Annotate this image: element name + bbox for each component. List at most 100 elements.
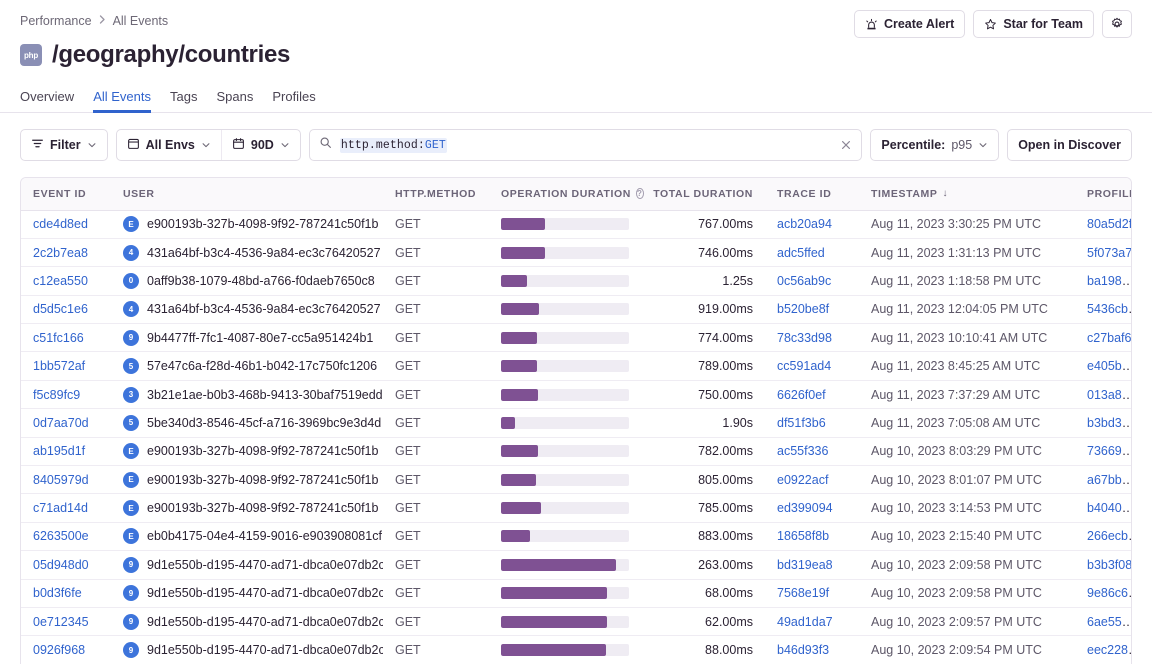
event-id-link[interactable]: 2c2b7ea8 — [33, 246, 88, 260]
profile-link[interactable]: b3b3f08b — [1087, 558, 1132, 572]
column-header-profile[interactable]: PROFILE — [1075, 178, 1132, 210]
profile-link[interactable]: a67bb585 — [1087, 473, 1132, 487]
cell-trace-id: cc591ad4 — [765, 352, 859, 380]
column-header-timestamp[interactable]: TIMESTAMP ↓ — [859, 178, 1075, 210]
event-id-link[interactable]: 8405979d — [33, 473, 89, 487]
table-row[interactable]: c51fc16699b4477ff-7fc1-4087-80e7-cc5a951… — [21, 324, 1132, 352]
profile-link[interactable]: 6ae55bc8 — [1087, 615, 1132, 629]
create-alert-button[interactable]: Create Alert — [854, 10, 965, 38]
trace-id-link[interactable]: 6626f0ef — [777, 388, 826, 402]
date-range-dropdown[interactable]: 90D — [222, 130, 300, 160]
trace-id-link[interactable]: b46d93f3 — [777, 643, 829, 657]
star-for-team-button[interactable]: Star for Team — [973, 10, 1094, 38]
search-input[interactable]: http.method:GET — [309, 129, 863, 161]
table-row[interactable]: c12ea55000aff9b38-1079-48bd-a766-f0daeb7… — [21, 267, 1132, 295]
table-row[interactable]: 2c2b7ea84431a64bf-b3c4-4536-9a84-ec3c764… — [21, 238, 1132, 266]
env-date-group: All Envs 90D — [116, 129, 301, 161]
profile-link[interactable]: 5f073a75 — [1087, 246, 1132, 260]
event-id-link[interactable]: c12ea550 — [33, 274, 88, 288]
table-row[interactable]: ab195d1fEe900193b-327b-4098-9f92-787241c… — [21, 437, 1132, 465]
percentile-dropdown[interactable]: Percentile: p95 — [870, 129, 999, 161]
profile-link[interactable]: 80a5d2fb — [1087, 217, 1132, 231]
settings-button[interactable] — [1102, 10, 1132, 38]
tab-profiles[interactable]: Profiles — [272, 90, 315, 113]
environment-dropdown[interactable]: All Envs — [117, 130, 221, 160]
tab-overview[interactable]: Overview — [20, 90, 74, 113]
open-in-discover-button[interactable]: Open in Discover — [1007, 129, 1132, 161]
date-range-label: 90D — [251, 138, 274, 152]
cell-event-id: 05d948d0 — [21, 551, 111, 579]
event-id-link[interactable]: b0d3f6fe — [33, 586, 82, 600]
trace-id-link[interactable]: 7568e19f — [777, 586, 829, 600]
column-header-user[interactable]: USER — [111, 178, 383, 210]
event-id-link[interactable]: d5d5c1e6 — [33, 302, 88, 316]
trace-id-link[interactable]: 0c56ab9c — [777, 274, 831, 288]
profile-link[interactable]: 9e86c694 — [1087, 586, 1132, 600]
trace-id-link[interactable]: 18658f8b — [777, 529, 829, 543]
profile-link[interactable]: b40405c7 — [1087, 501, 1132, 515]
event-id-link[interactable]: ab195d1f — [33, 444, 85, 458]
table-row[interactable]: 0d7aa70d55be340d3-8546-45cf-a716-3969bc9… — [21, 409, 1132, 437]
table-row[interactable]: b0d3f6fe99d1e550b-d195-4470-ad71-dbca0e0… — [21, 579, 1132, 607]
table-row[interactable]: c71ad14dEe900193b-327b-4098-9f92-787241c… — [21, 494, 1132, 522]
profile-link[interactable]: c27baf6f — [1087, 331, 1132, 345]
chevron-down-icon — [87, 140, 97, 150]
event-id-link[interactable]: f5c89fc9 — [33, 388, 80, 402]
trace-id-link[interactable]: ac55f336 — [777, 444, 828, 458]
info-icon[interactable]: ? — [636, 188, 644, 199]
column-header-total-duration[interactable]: TOTAL DURATION — [641, 178, 765, 210]
table-row[interactable]: 8405979d Ee900193b-327b-4098-9f92-787241c… — [21, 466, 1132, 494]
profile-link[interactable]: 266ecbb7 — [1087, 529, 1132, 543]
event-id-link[interactable]: 6263500e — [33, 529, 89, 543]
table-row[interactable]: d5d5c1e64431a64bf-b3c4-4536-9a84-ec3c764… — [21, 295, 1132, 323]
tab-tags[interactable]: Tags — [170, 90, 197, 113]
cell-operation-duration — [489, 607, 641, 635]
trace-id-link[interactable]: 78c33d98 — [777, 331, 832, 345]
column-header-operation-duration[interactable]: OPERATION DURATION ? — [489, 178, 641, 210]
tab-all-events[interactable]: All Events — [93, 90, 151, 113]
breadcrumb-all-events[interactable]: All Events — [113, 14, 169, 28]
profile-link[interactable]: 5436cb72 — [1087, 302, 1132, 316]
trace-id-link[interactable]: 49ad1da7 — [777, 615, 833, 629]
cell-trace-id: acb20a94 — [765, 210, 859, 238]
event-id-link[interactable]: 0926f968 — [33, 643, 85, 657]
table-row[interactable]: 05d948d099d1e550b-d195-4470-ad71-dbca0e0… — [21, 551, 1132, 579]
event-id-link[interactable]: 0d7aa70d — [33, 416, 89, 430]
profile-link[interactable]: 013a8297 — [1087, 388, 1132, 402]
trace-id-link[interactable]: bd319ea8 — [777, 558, 833, 572]
event-id-link[interactable]: cde4d8ed — [33, 217, 88, 231]
column-label: OPERATION DURATION — [501, 188, 631, 200]
column-header-event-id[interactable]: EVENT ID — [21, 178, 111, 210]
trace-id-link[interactable]: acb20a94 — [777, 217, 832, 231]
cell-user: Ee900193b-327b-4098-9f92-787241c50f1b — [111, 466, 383, 494]
table-row[interactable]: f5c89fc933b21e1ae-b0b3-468b-9413-30baf75… — [21, 380, 1132, 408]
profile-link[interactable]: eec228d5 — [1087, 643, 1132, 657]
table-row[interactable]: cde4d8edEe900193b-327b-4098-9f92-787241c… — [21, 210, 1132, 238]
event-id-link[interactable]: 1bb572af — [33, 359, 85, 373]
column-header-trace-id[interactable]: TRACE ID — [765, 178, 859, 210]
trace-id-link[interactable]: b520be8f — [777, 302, 829, 316]
event-id-link[interactable]: 05d948d0 — [33, 558, 89, 572]
table-row[interactable]: 6263500eEeb0b4175-04e4-4159-9016-e903908… — [21, 522, 1132, 550]
profile-link[interactable]: 736696c9 — [1087, 444, 1132, 458]
event-id-link[interactable]: c71ad14d — [33, 501, 88, 515]
trace-id-link[interactable]: ed399094 — [777, 501, 833, 515]
trace-id-link[interactable]: adc5ffed — [777, 246, 825, 260]
profile-link[interactable]: ba19886a — [1087, 274, 1132, 288]
filter-dropdown[interactable]: Filter — [20, 129, 108, 161]
table-row[interactable]: 1bb572af557e47c6a-f28d-46b1-b042-17c750f… — [21, 352, 1132, 380]
search-query-token[interactable]: http.method:GET — [340, 138, 447, 153]
table-row[interactable]: 0e71234599d1e550b-d195-4470-ad71-dbca0e0… — [21, 607, 1132, 635]
breadcrumb-performance[interactable]: Performance — [20, 14, 92, 28]
event-id-link[interactable]: c51fc166 — [33, 331, 84, 345]
profile-link[interactable]: b3bd34e6 — [1087, 416, 1132, 430]
event-id-link[interactable]: 0e712345 — [33, 615, 89, 629]
clear-search-icon[interactable] — [840, 139, 852, 151]
table-row[interactable]: 0926f96899d1e550b-d195-4470-ad71-dbca0e0… — [21, 636, 1132, 664]
column-header-http-method[interactable]: HTTP.METHOD — [383, 178, 489, 210]
tab-spans[interactable]: Spans — [216, 90, 253, 113]
trace-id-link[interactable]: cc591ad4 — [777, 359, 831, 373]
profile-link[interactable]: e405b7cc — [1087, 359, 1132, 373]
trace-id-link[interactable]: e0922acf — [777, 473, 828, 487]
trace-id-link[interactable]: df51f3b6 — [777, 416, 826, 430]
